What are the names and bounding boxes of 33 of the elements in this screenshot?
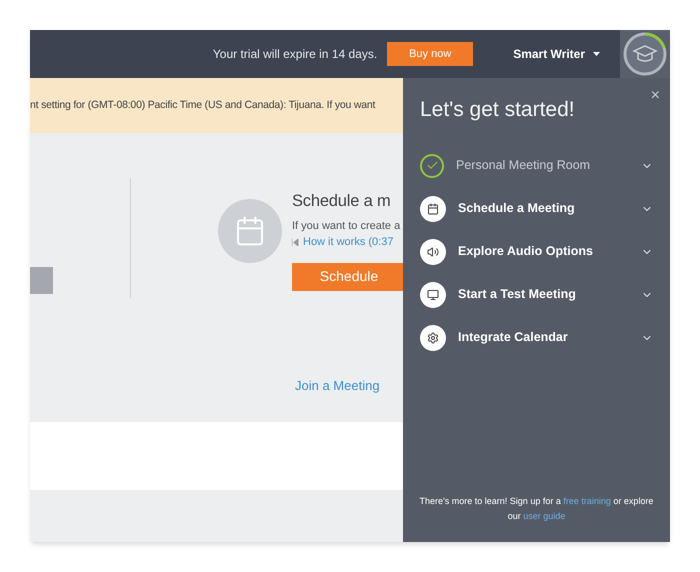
free-training-link[interactable]: free training	[563, 496, 611, 506]
guide-step[interactable]: Start a Test Meeting	[420, 282, 653, 306]
how-it-works-link[interactable]: How it works (0:37	[292, 234, 394, 251]
step-label: Explore Audio Options	[458, 243, 593, 260]
banner-text: nt setting for (GMT-08:00) Pacific Time (US and Canada): Tijuana. If you want	[30, 98, 376, 113]
step-label: Personal Meeting Room	[456, 157, 590, 174]
speaker-icon	[420, 238, 446, 264]
schedule-description: If you want to create a	[292, 218, 400, 234]
check-icon	[420, 154, 444, 178]
schedule-button[interactable]: Schedule	[292, 262, 403, 291]
footer-text: There's more to learn! Sign up for a free training or explore our user guide	[418, 495, 654, 523]
account-menu[interactable]: Smart Writer	[513, 45, 600, 63]
step-label: Start a Test Meeting	[458, 286, 576, 304]
guide-title: Let's get started!	[420, 97, 575, 123]
close-button[interactable]: ×	[650, 84, 660, 108]
monitor-icon	[420, 282, 446, 308]
video-icon	[292, 239, 299, 246]
guide-step[interactable]: Personal Meeting Room	[420, 154, 653, 178]
guide-step[interactable]: Schedule a Meeting	[420, 196, 653, 220]
progress-panel[interactable]	[620, 30, 670, 78]
caret-icon	[593, 52, 600, 56]
trial-text: Your trial will expire in 14 days.	[212, 46, 378, 63]
schedule-heading: Schedule a m	[292, 191, 390, 212]
calendar-icon	[420, 196, 446, 222]
step-label: Schedule a Meeting	[458, 200, 575, 218]
join-meeting-link[interactable]: Join a Meeting	[295, 376, 380, 396]
step-label: Integrate Calendar	[458, 329, 568, 346]
progress-ring-icon	[622, 31, 668, 77]
buy-now-button[interactable]: Buy now	[387, 42, 474, 66]
guide-step[interactable]: Explore Audio Options	[420, 240, 653, 264]
user-guide-link[interactable]: user guide	[523, 511, 566, 521]
guide-step[interactable]: Integrate Calendar	[420, 326, 653, 350]
gear-icon	[420, 324, 446, 350]
